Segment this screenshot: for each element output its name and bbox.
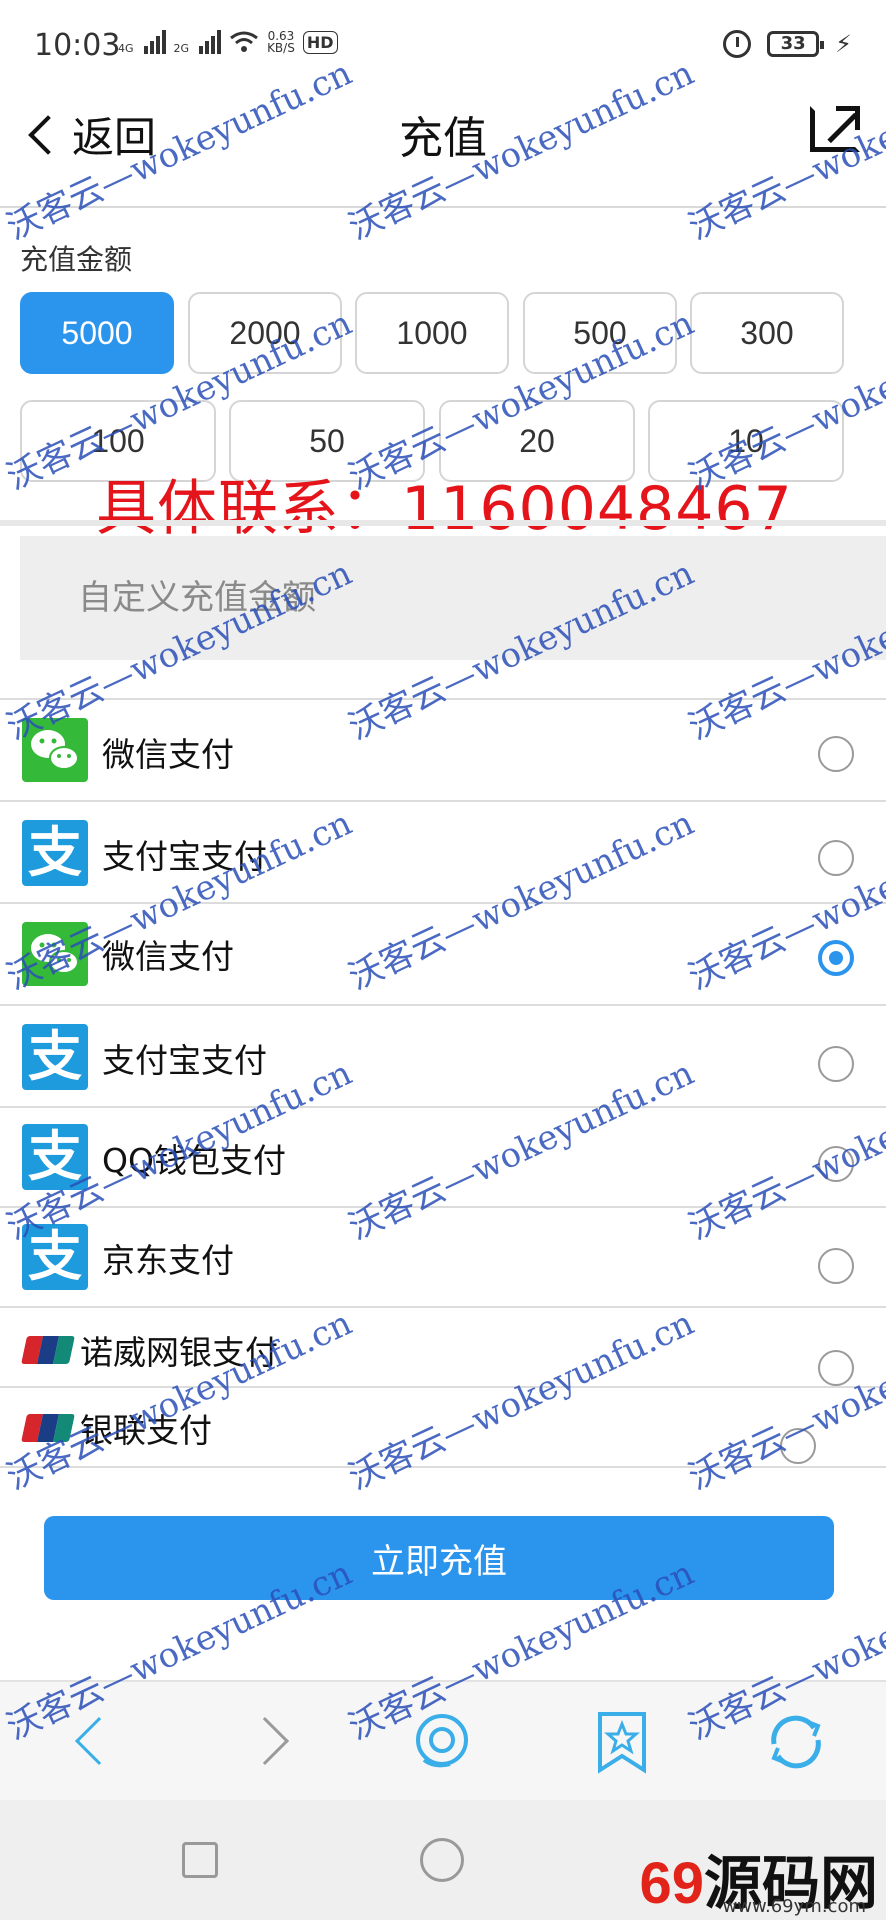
amount-option-5000[interactable]: 5000 bbox=[20, 292, 174, 374]
wifi-icon bbox=[230, 31, 258, 52]
bookmark-star-icon[interactable] bbox=[590, 1710, 654, 1774]
net-label-2g: 2G bbox=[173, 42, 190, 55]
net-label-4g: 4G bbox=[118, 42, 134, 55]
payment-label: 银联支付 bbox=[80, 1411, 212, 1450]
payment-row-wechat-2[interactable]: 微信支付 bbox=[0, 904, 886, 1006]
alipay-icon: 支 bbox=[22, 1124, 88, 1190]
amount-section-label: 充值金额 bbox=[20, 243, 133, 276]
payment-row-nuowei[interactable]: 诺威网银支付 bbox=[0, 1308, 886, 1388]
payment-radio[interactable] bbox=[818, 736, 854, 772]
custom-amount-input[interactable] bbox=[20, 536, 886, 660]
payment-label: QQ钱包支付 bbox=[102, 1141, 286, 1180]
payment-label: 微信支付 bbox=[102, 937, 234, 976]
refresh-icon[interactable] bbox=[764, 1710, 828, 1774]
payment-label: 京东支付 bbox=[102, 1241, 234, 1280]
payment-radio-selected[interactable] bbox=[818, 940, 854, 976]
contact-banner: 具体联系：1160048467 bbox=[96, 474, 793, 544]
browser-forward-button[interactable] bbox=[240, 1710, 304, 1774]
brand-url: www.69ym.com bbox=[722, 1896, 867, 1917]
payment-row-qqwallet[interactable]: 支 QQ钱包支付 bbox=[0, 1108, 886, 1208]
battery-icon: 33 bbox=[767, 31, 825, 57]
wechat-icon bbox=[22, 718, 88, 782]
alipay-icon: 支 bbox=[22, 1224, 88, 1290]
payment-row-unionpay[interactable]: 银联支付 bbox=[0, 1388, 886, 1468]
signal-icon-2 bbox=[199, 30, 222, 54]
chat-bubble-icon[interactable] bbox=[410, 1710, 474, 1774]
payment-row-wechat-1[interactable]: 微信支付 bbox=[0, 700, 886, 802]
custom-amount-box bbox=[20, 536, 886, 660]
recent-apps-button[interactable] bbox=[182, 1842, 218, 1878]
payment-label: 支付宝支付 bbox=[102, 837, 267, 876]
payment-row-alipay-1[interactable]: 支 支付宝支付 bbox=[0, 802, 886, 904]
payment-radio[interactable] bbox=[818, 1350, 854, 1386]
section-divider bbox=[0, 520, 886, 526]
chevron-left-icon bbox=[74, 1716, 124, 1766]
payment-radio[interactable] bbox=[818, 1146, 854, 1182]
amount-option-1000[interactable]: 1000 bbox=[355, 292, 509, 374]
page-title: 充值 bbox=[399, 113, 487, 164]
alipay-icon: 支 bbox=[22, 820, 88, 886]
payment-label: 微信支付 bbox=[102, 735, 234, 774]
nav-bar: 返回 充值 bbox=[0, 90, 886, 208]
amount-option-2000[interactable]: 2000 bbox=[188, 292, 342, 374]
net-speed: 0.63 KB/S bbox=[267, 29, 295, 55]
browser-toolbar bbox=[0, 1680, 886, 1800]
charging-icon: ⚡ bbox=[835, 30, 852, 58]
recharge-now-button[interactable]: 立即充值 bbox=[44, 1516, 834, 1600]
unionpay-icon bbox=[21, 1414, 75, 1442]
payment-radio[interactable] bbox=[818, 840, 854, 876]
payment-label: 诺威网银支付 bbox=[80, 1333, 278, 1372]
payment-row-jd[interactable]: 支 京东支付 bbox=[0, 1208, 886, 1308]
signal-icon bbox=[143, 30, 166, 54]
status-signal-group: 4G 2G 0.63 KB/S HD bbox=[118, 30, 338, 54]
payment-radio[interactable] bbox=[818, 1248, 854, 1284]
wechat-icon bbox=[22, 922, 88, 986]
payment-row-alipay-2[interactable]: 支 支付宝支付 bbox=[0, 1006, 886, 1108]
unionpay-icon bbox=[21, 1336, 75, 1364]
hd-badge: HD bbox=[302, 31, 338, 54]
chevron-right-icon bbox=[240, 1716, 290, 1766]
payment-label: 支付宝支付 bbox=[102, 1041, 267, 1080]
payment-radio[interactable] bbox=[818, 1046, 854, 1082]
status-bar: 10:03 4G 2G 0.63 KB/S HD 33 ⚡ bbox=[0, 0, 886, 90]
payment-radio[interactable] bbox=[780, 1428, 816, 1464]
alarm-icon bbox=[723, 30, 752, 58]
alipay-icon: 支 bbox=[22, 1024, 88, 1090]
amount-option-500[interactable]: 500 bbox=[523, 292, 677, 374]
browser-back-button[interactable] bbox=[64, 1710, 128, 1774]
status-time: 10:03 bbox=[34, 28, 121, 63]
amount-option-300[interactable]: 300 bbox=[690, 292, 844, 374]
status-right-group: 33 ⚡ bbox=[723, 30, 852, 58]
home-button[interactable] bbox=[420, 1838, 464, 1882]
